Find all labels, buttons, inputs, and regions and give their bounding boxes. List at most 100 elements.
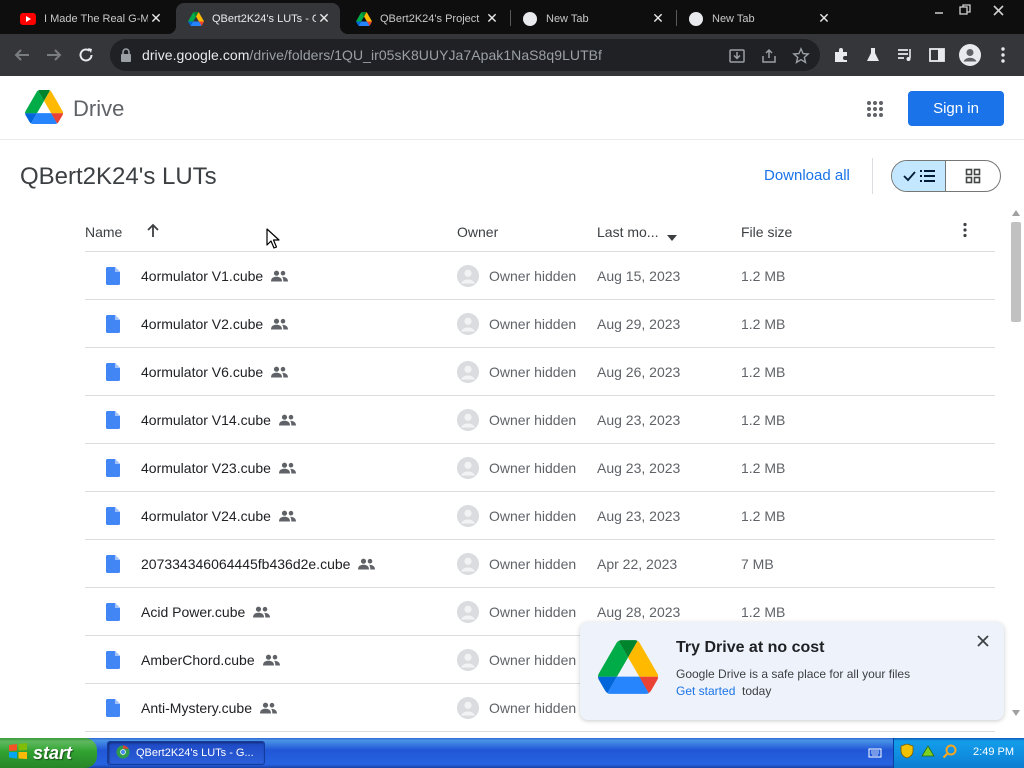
profile-avatar-icon[interactable]	[958, 43, 982, 67]
file-size: 7 MB	[741, 556, 774, 572]
file-row[interactable]: 4ormulator V24.cube Owner hidden Aug 23, 2…	[85, 492, 995, 540]
shared-people-icon	[271, 269, 288, 287]
owner-avatar	[457, 649, 479, 671]
minimize-icon[interactable]	[928, 0, 950, 20]
file-row[interactable]: 4ormulator V6.cube Owner hidden Aug 26, 20…	[85, 348, 995, 396]
file-name[interactable]: 207334346064445fb436d2e.cube	[141, 556, 350, 572]
google-drive-logo-icon[interactable]	[25, 90, 64, 129]
tab-close-icon[interactable]: ✕	[484, 10, 500, 27]
back-icon[interactable]	[10, 43, 34, 67]
owner-avatar	[457, 505, 479, 527]
sort-dropdown-caret-icon[interactable]	[667, 228, 677, 246]
taskbar-item-label: QBert2K24's LUTs - G...	[136, 747, 254, 759]
tab-title: QBert2K24's LUTs - G	[212, 12, 316, 25]
file-row[interactable]: 4ormulator V1.cube Owner hidden Aug 15, 20…	[85, 252, 995, 300]
file-name[interactable]: Anti-Mystery.cube	[141, 700, 252, 716]
side-panel-icon[interactable]	[928, 46, 946, 64]
column-header-name[interactable]: Name	[85, 224, 122, 240]
forward-icon[interactable]	[42, 43, 66, 67]
file-name[interactable]: 4ormulator V23.cube	[141, 460, 271, 476]
security-shield-icon[interactable]	[900, 743, 914, 764]
shared-people-icon	[253, 605, 270, 623]
file-icon	[106, 363, 120, 386]
owner-name: Owner hidden	[489, 700, 577, 716]
last-modified-date: Aug 23, 2023	[597, 508, 681, 524]
file-row[interactable]: 4ormulator V2.cube Owner hidden Aug 29, 20…	[85, 300, 995, 348]
reload-icon[interactable]	[74, 43, 98, 67]
tab-title: New Tab	[712, 12, 755, 25]
last-modified-date: Aug 26, 2023	[597, 364, 681, 380]
list-view-button[interactable]	[892, 161, 947, 191]
file-icon	[106, 459, 120, 482]
tab-drive-project[interactable]: QBert2K24's Project ✕	[344, 3, 508, 34]
file-name[interactable]: 4ormulator V6.cube	[141, 364, 263, 380]
tab-drive-luts[interactable]: QBert2K24's LUTs - G ✕	[168, 3, 348, 34]
more-options-icon[interactable]	[962, 222, 968, 243]
owner-avatar	[457, 457, 479, 479]
file-icon	[106, 411, 120, 434]
url-text[interactable]: drive.google.com/drive/folders/1QU_ir05s…	[142, 47, 602, 63]
file-name[interactable]: 4ormulator V1.cube	[141, 268, 263, 284]
file-name[interactable]: Acid Power.cube	[141, 604, 245, 620]
file-icon	[106, 555, 120, 578]
close-icon[interactable]	[976, 634, 990, 648]
share-icon[interactable]	[760, 47, 778, 65]
network-icon[interactable]	[920, 743, 936, 764]
file-name[interactable]: 4ormulator V2.cube	[141, 316, 263, 332]
install-app-icon[interactable]	[728, 47, 746, 65]
tab-new-tab-1[interactable]: New Tab ✕	[510, 3, 674, 34]
tab-close-icon[interactable]: ✕	[650, 10, 666, 27]
tab-close-icon[interactable]: ✕	[816, 10, 832, 27]
mouse-cursor-icon	[266, 228, 280, 255]
chrome-newtab-icon	[522, 11, 538, 27]
start-button[interactable]: start	[0, 738, 97, 768]
file-icon	[106, 603, 120, 626]
tab-close-icon[interactable]: ✕	[148, 10, 164, 27]
search-tray-icon[interactable]	[942, 743, 958, 764]
sort-ascending-arrow-icon[interactable]	[146, 223, 160, 244]
column-header-owner[interactable]: Owner	[457, 224, 498, 240]
tab-close-icon[interactable]: ✕	[316, 10, 332, 27]
last-modified-date: Aug 15, 2023	[597, 268, 681, 284]
promo-tail-text: today	[742, 684, 772, 698]
taskbar-item-chrome[interactable]: QBert2K24's LUTs - G...	[107, 741, 265, 765]
column-header-file-size[interactable]: File size	[741, 224, 792, 240]
last-modified-date: Aug 28, 2023	[597, 604, 681, 620]
labs-flask-icon[interactable]	[864, 46, 882, 64]
scroll-down-arrow-icon[interactable]	[1012, 710, 1020, 716]
file-size: 1.2 MB	[741, 508, 786, 524]
scroll-up-arrow-icon[interactable]	[1012, 210, 1020, 216]
restore-icon[interactable]	[954, 0, 976, 20]
media-control-icon[interactable]	[896, 46, 914, 64]
chrome-menu-icon[interactable]	[994, 46, 1012, 64]
keyboard-language-icon[interactable]	[868, 746, 882, 765]
tab-new-tab-2[interactable]: New Tab ✕	[676, 3, 840, 34]
bookmark-star-icon[interactable]	[792, 47, 810, 65]
file-row[interactable]: 4ormulator V14.cube Owner hidden Aug 23, 2…	[85, 396, 995, 444]
lock-icon[interactable]	[120, 48, 132, 67]
owner-avatar	[457, 313, 479, 335]
get-started-link[interactable]: Get started	[676, 684, 735, 698]
column-header-last-modified[interactable]: Last mo...	[597, 224, 658, 240]
browser-toolbar: drive.google.com/drive/folders/1QU_ir05s…	[0, 34, 1024, 76]
file-size: 1.2 MB	[741, 460, 786, 476]
file-name[interactable]: 4ormulator V24.cube	[141, 508, 271, 524]
grid-view-button[interactable]	[946, 161, 1000, 191]
app-name[interactable]: Drive	[73, 96, 124, 122]
file-row[interactable]: 207334346064445fb436d2e.cube Owner hidden…	[85, 540, 995, 588]
tab-youtube[interactable]: I Made The Real G-M ✕	[8, 3, 172, 34]
file-row[interactable]: 4ormulator V23.cube Owner hidden Aug 23, 2…	[85, 444, 995, 492]
vertical-scrollbar[interactable]	[1008, 208, 1024, 720]
scrollbar-thumb[interactable]	[1011, 222, 1021, 322]
close-window-icon[interactable]	[984, 0, 1012, 20]
extensions-icon[interactable]	[832, 46, 850, 64]
file-icon	[106, 315, 120, 338]
google-apps-grid-icon[interactable]	[866, 100, 884, 123]
download-all-button[interactable]: Download all	[764, 167, 850, 184]
windows-taskbar: start QBert2K24's LUTs - G... 2:49 PM	[0, 738, 1024, 768]
address-bar[interactable]: drive.google.com/drive/folders/1QU_ir05s…	[110, 39, 820, 71]
file-name[interactable]: 4ormulator V14.cube	[141, 412, 271, 428]
sign-in-button[interactable]: Sign in	[908, 91, 1004, 126]
file-name[interactable]: AmberChord.cube	[141, 652, 255, 668]
owner-avatar	[457, 265, 479, 287]
